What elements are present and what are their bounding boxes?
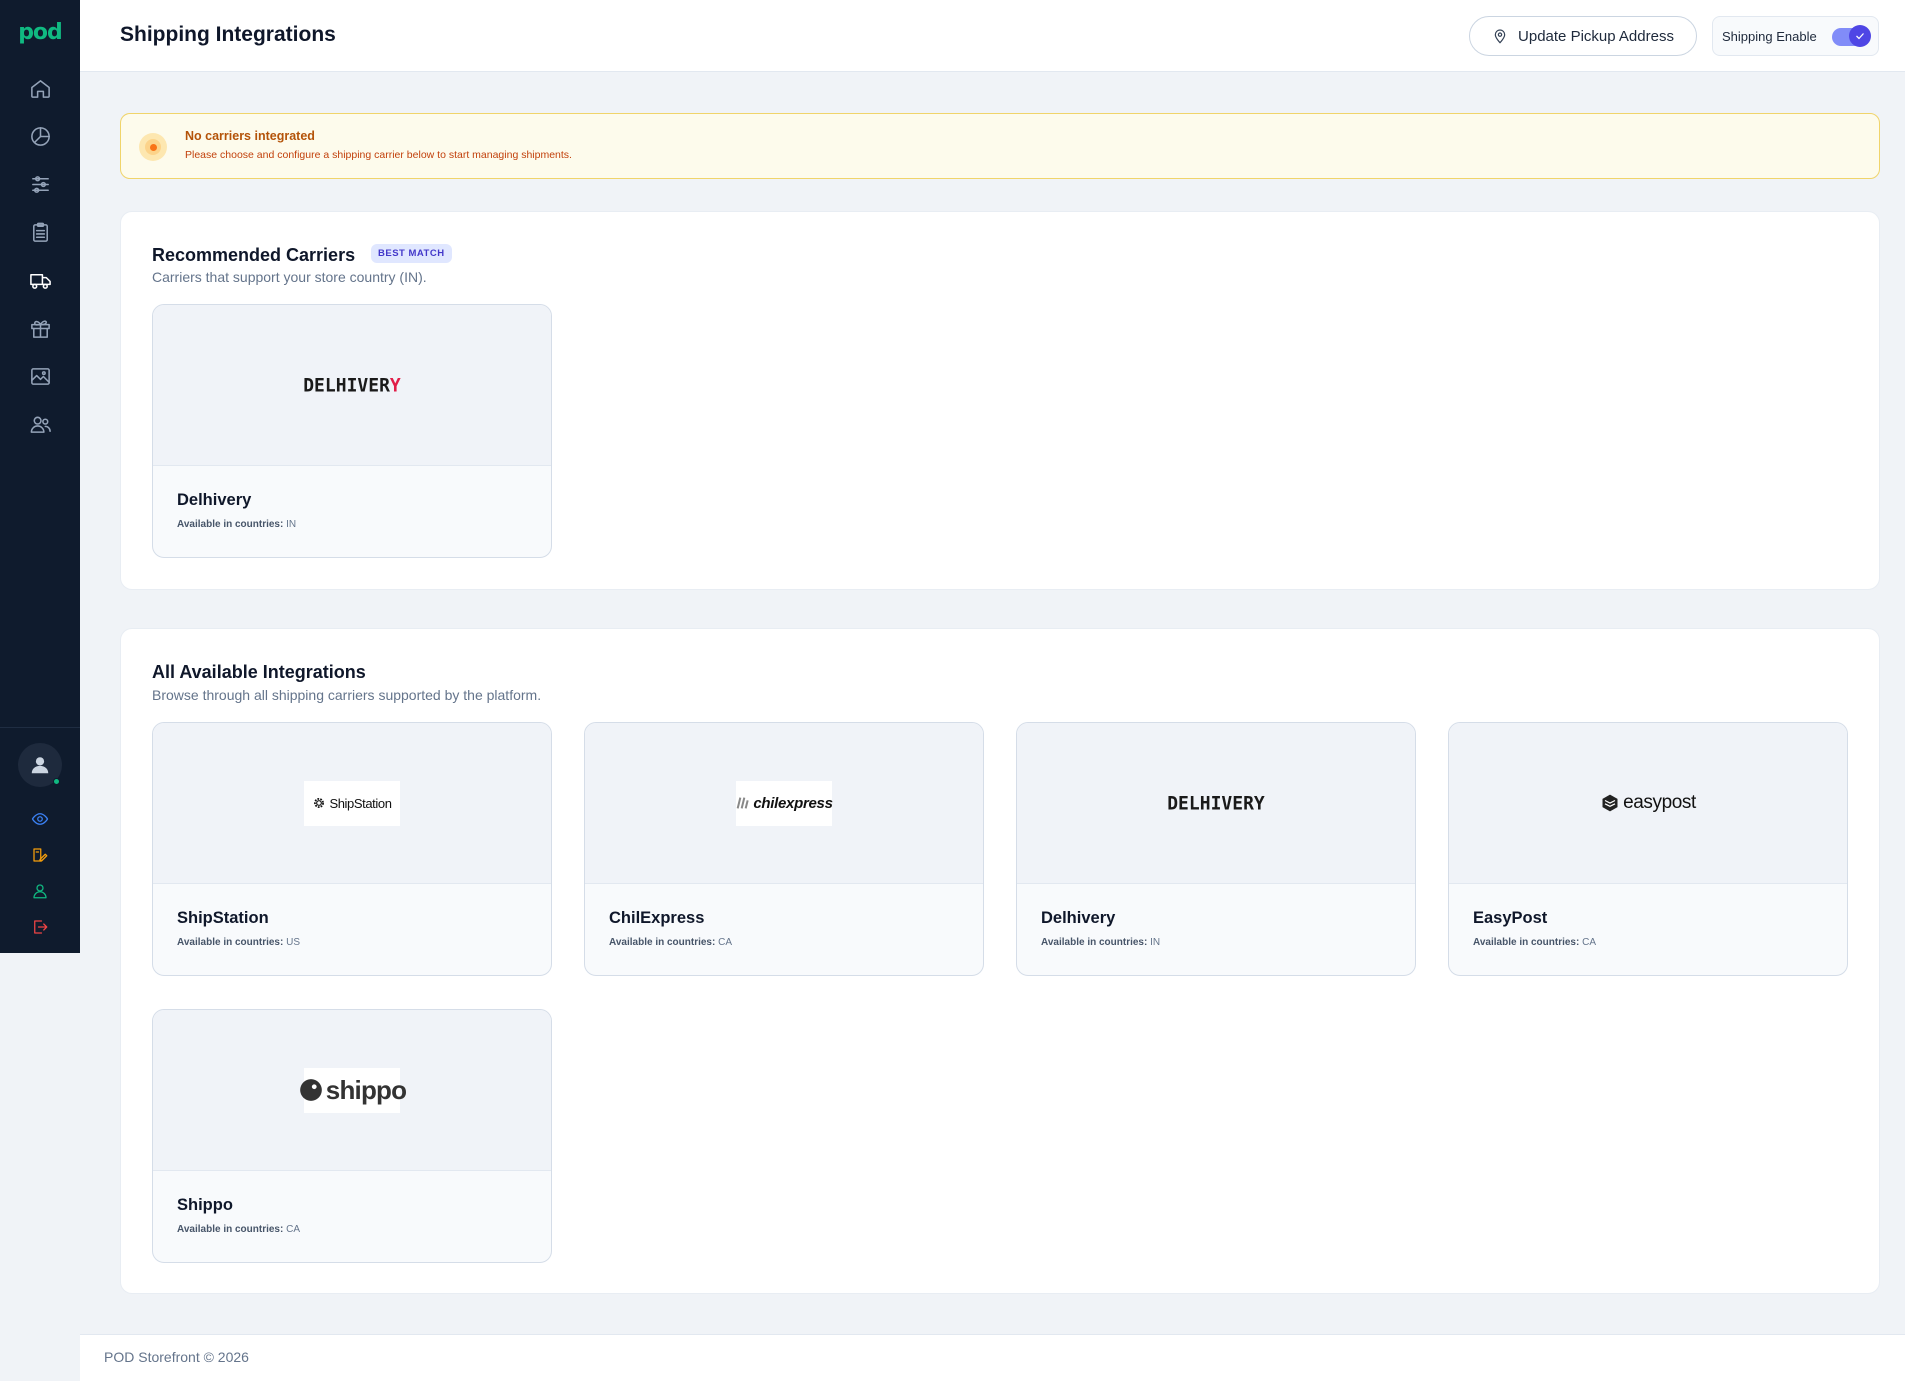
alert-dot-icon: [139, 133, 167, 161]
alert-text: Please choose and configure a shipping c…: [185, 149, 572, 161]
check-icon: [1856, 33, 1864, 40]
sidebar-item-orders[interactable]: [22, 214, 58, 250]
sidebar-item-settings[interactable]: [22, 166, 58, 202]
shippo-penguin-icon: [299, 1079, 322, 1101]
orders-clipboard-icon: [32, 222, 48, 242]
edit-store-button[interactable]: [28, 843, 52, 867]
shipping-truck-icon: [29, 273, 51, 289]
delhivery-logo: DELHIVERY: [303, 373, 401, 397]
toggle-knob: [1849, 25, 1871, 47]
profile-button[interactable]: [28, 879, 52, 903]
carrier-availability: Available in countries: US: [177, 937, 301, 948]
alert-title: No carriers integrated: [185, 129, 315, 143]
carrier-logo-area: ShipStation: [153, 723, 551, 884]
sidebar-item-shipping[interactable]: [22, 262, 58, 298]
users-icon: [30, 416, 51, 433]
recommended-subtitle: Carriers that support your store country…: [152, 269, 427, 285]
shipping-enable-label: Shipping Enable: [1722, 28, 1817, 44]
sidebar-divider: [0, 727, 80, 728]
shipping-enable-control: Shipping Enable: [1712, 16, 1879, 56]
carrier-availability: Available in countries: CA: [177, 1224, 301, 1235]
shipstation-logo: ShipStation: [304, 780, 400, 826]
chilexpress-logo: chilexpress: [736, 780, 833, 826]
logout-button[interactable]: [28, 915, 52, 939]
update-pickup-label: Update Pickup Address: [1518, 27, 1674, 45]
all-integrations-title: All Available Integrations: [152, 662, 366, 682]
chilexpress-mark-icon: [737, 797, 750, 809]
all-integrations-subtitle: Browse through all shipping carriers sup…: [152, 687, 542, 703]
sidebar-item-users[interactable]: [22, 406, 58, 442]
sidebar-item-gallery[interactable]: [22, 358, 58, 394]
easypost-cube-icon: [1602, 794, 1618, 812]
update-pickup-address-button[interactable]: Update Pickup Address: [1469, 16, 1697, 56]
online-status-dot: [53, 778, 60, 785]
analytics-icon: [30, 126, 50, 146]
carrier-card-shipstation[interactable]: ShipStation ShipStation Available in cou…: [152, 722, 552, 976]
shipstation-gear-icon: [314, 798, 325, 808]
page-footer: POD Storefront © 2026: [80, 1334, 1905, 1381]
logout-icon: [34, 920, 48, 934]
carrier-card-shippo[interactable]: shippo Shippo Available in countries: CA: [152, 1009, 552, 1263]
carrier-name: EasyPost: [1473, 909, 1548, 927]
carrier-card-delhivery[interactable]: DELHIVERY Delhivery Available in countri…: [1016, 722, 1416, 976]
preview-store-button[interactable]: [28, 807, 52, 831]
profile-icon: [33, 884, 47, 899]
carrier-logo-area: easypost: [1449, 723, 1847, 884]
carrier-logo-area: shippo: [153, 1010, 551, 1171]
best-match-badge: BEST MATCH: [371, 244, 452, 263]
sidebar: pod: [0, 0, 80, 953]
footer-copyright: POD Storefront © 2026: [104, 1349, 249, 1365]
avatar[interactable]: [18, 743, 62, 787]
edit-store-icon: [33, 848, 48, 862]
carrier-card-easypost[interactable]: easypost EasyPost Available in countries…: [1448, 722, 1848, 976]
user-avatar-icon: [31, 757, 49, 774]
sidebar-item-gifts[interactable]: [22, 310, 58, 346]
sidebar-item-home[interactable]: [22, 70, 58, 106]
carrier-availability: Available in countries: IN: [177, 519, 297, 530]
all-integrations-section: All Available Integrations Browse throug…: [120, 628, 1880, 1294]
settings-sliders-icon: [31, 175, 49, 193]
carrier-logo-area: DELHIVERY: [1017, 723, 1415, 884]
carrier-card-delhivery-recommended[interactable]: DELHIVERY Delhivery Available in countri…: [152, 304, 552, 558]
gift-icon: [30, 319, 50, 338]
carrier-name: ShipStation: [177, 909, 269, 927]
shippo-logo: shippo: [299, 1067, 407, 1113]
page-title: Shipping Integrations: [120, 23, 336, 46]
top-header: Shipping Integrations Update Pickup Addr…: [80, 0, 1905, 72]
carrier-name: Delhivery: [177, 491, 252, 509]
gallery-image-icon: [30, 367, 50, 385]
eye-icon: [31, 813, 49, 825]
map-pin-icon: [1494, 29, 1506, 44]
home-icon: [30, 79, 50, 98]
carrier-availability: Available in countries: IN: [1041, 937, 1161, 948]
carrier-name: Shippo: [177, 1196, 233, 1214]
carrier-availability: Available in countries: CA: [1473, 937, 1597, 948]
carrier-name: Delhivery: [1041, 909, 1116, 927]
sidebar-item-analytics[interactable]: [22, 118, 58, 154]
carrier-logo-area: chilexpress: [585, 723, 983, 884]
recommended-title: Recommended Carriers: [152, 245, 356, 265]
easypost-logo: easypost: [1600, 792, 1696, 814]
no-carriers-alert: No carriers integrated Please choose and…: [120, 113, 1880, 179]
delhivery-logo: DELHIVERY: [1167, 791, 1265, 815]
app-logo[interactable]: pod: [0, 20, 80, 45]
shipping-enable-toggle[interactable]: [1832, 25, 1871, 47]
carrier-name: ChilExpress: [609, 909, 705, 927]
carrier-card-chilexpress[interactable]: chilexpress ChilExpress Available in cou…: [584, 722, 984, 976]
carrier-logo-area: DELHIVERY: [153, 305, 551, 466]
recommended-carriers-section: Recommended Carriers BEST MATCH Carriers…: [120, 211, 1880, 590]
carrier-availability: Available in countries: CA: [609, 937, 733, 948]
